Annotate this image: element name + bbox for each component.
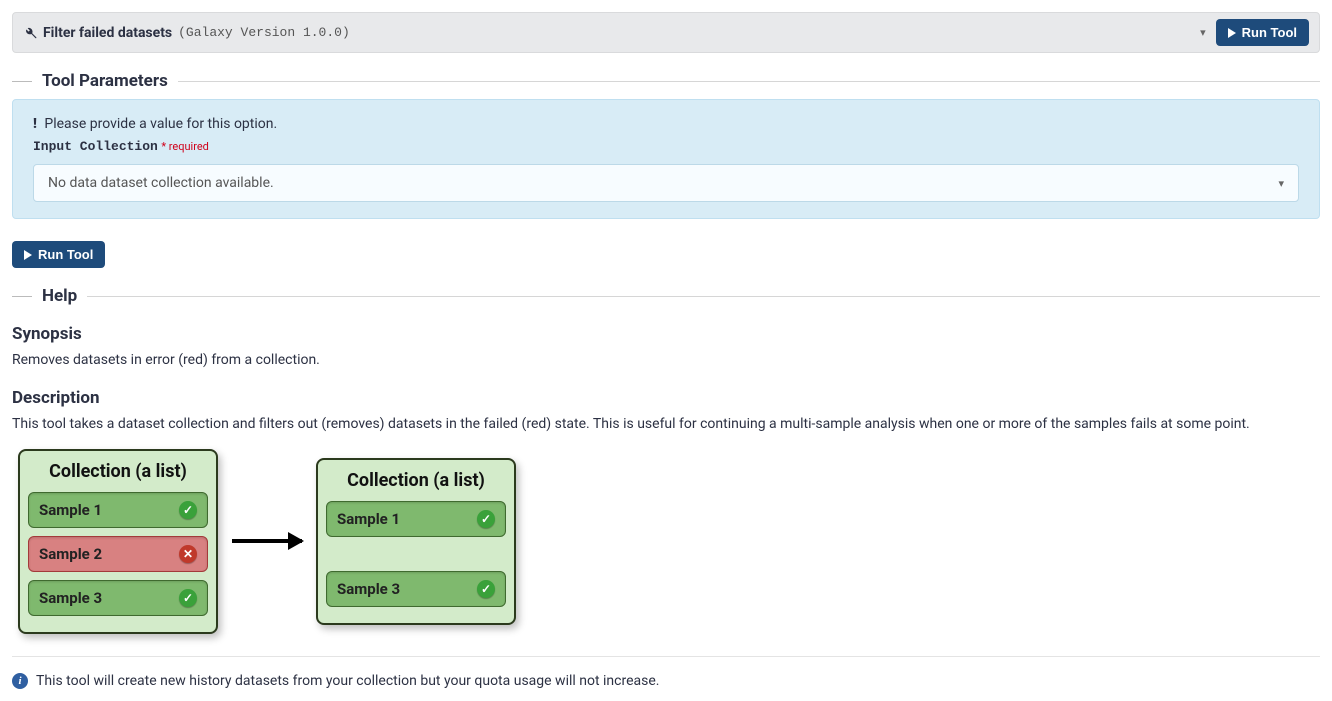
param-warning-text: Please provide a value for this option. — [44, 116, 277, 132]
synopsis-heading: Synopsis — [12, 324, 1320, 344]
check-icon: ✓ — [477, 510, 495, 528]
param-warning: ! Please provide a value for this option… — [33, 116, 1299, 132]
run-tool-button-header[interactable]: Run Tool — [1216, 19, 1309, 46]
check-icon: ✓ — [179, 501, 197, 519]
collection-placeholder: No data dataset collection available. — [48, 175, 274, 191]
play-icon — [24, 250, 32, 260]
collection-after: Collection (a list) Sample 1 ✓ Sample 3 ✓ — [316, 458, 516, 625]
version-dropdown[interactable]: ▾ — [1190, 26, 1216, 39]
section-tool-parameters: Tool Parameters — [12, 71, 1320, 91]
run-row: Run Tool — [12, 241, 1320, 268]
sample-row: Sample 1 ✓ — [326, 501, 506, 537]
run-tool-label: Run Tool — [38, 247, 93, 262]
collection-title: Collection (a list) — [326, 470, 506, 491]
sample-row: Sample 3 ✓ — [326, 571, 506, 607]
input-collection-select[interactable]: No data dataset collection available. ▾ — [33, 164, 1299, 202]
sample-name: Sample 3 — [337, 580, 400, 598]
sample-name: Sample 2 — [39, 545, 102, 563]
chevron-down-icon: ▾ — [1278, 177, 1284, 190]
section-line — [178, 81, 1320, 82]
param-label: Input Collection — [33, 139, 158, 154]
exclamation-icon: ! — [33, 116, 37, 132]
section-label: Tool Parameters — [42, 71, 168, 91]
sample-row: Sample 3 ✓ — [28, 580, 208, 616]
description-text: This tool takes a dataset collection and… — [12, 414, 1320, 434]
collection-title: Collection (a list) — [28, 461, 208, 482]
filter-diagram: Collection (a list) Sample 1✓Sample 2✕Sa… — [12, 449, 1320, 634]
wrench-icon — [23, 26, 37, 40]
tool-title: Filter failed datasets — [43, 25, 172, 41]
info-icon: i — [12, 673, 28, 689]
section-line — [87, 296, 1320, 297]
run-tool-button[interactable]: Run Tool — [12, 241, 105, 268]
footer-note: i This tool will create new history data… — [12, 656, 1320, 689]
sample-name: Sample 1 — [337, 510, 400, 528]
sample-row: Sample 2 ✕ — [28, 536, 208, 572]
tool-header-left: Filter failed datasets (Galaxy Version 1… — [23, 25, 1190, 41]
collection-before: Collection (a list) Sample 1✓Sample 2✕Sa… — [18, 449, 218, 634]
arrow-icon — [232, 539, 302, 543]
param-label-row: Input Collection * required — [33, 138, 1299, 154]
section-dash — [12, 296, 32, 297]
check-icon: ✓ — [477, 580, 495, 598]
sample-name: Sample 1 — [39, 501, 102, 519]
footer-text: This tool will create new history datase… — [36, 673, 659, 689]
section-help: Help — [12, 286, 1320, 306]
description-heading: Description — [12, 388, 1320, 408]
check-icon: ✓ — [179, 589, 197, 607]
section-dash — [12, 81, 32, 82]
section-label: Help — [42, 286, 77, 306]
sample-name: Sample 3 — [39, 589, 102, 607]
sample-row: Sample 1 ✓ — [28, 492, 208, 528]
parameter-panel: ! Please provide a value for this option… — [12, 99, 1320, 219]
run-tool-label: Run Tool — [1242, 25, 1297, 40]
x-icon: ✕ — [179, 545, 197, 563]
tool-header: Filter failed datasets (Galaxy Version 1… — [12, 12, 1320, 53]
required-tag: * required — [161, 140, 209, 153]
play-icon — [1228, 28, 1236, 38]
synopsis-text: Removes datasets in error (red) from a c… — [12, 350, 1320, 370]
tool-version: (Galaxy Version 1.0.0) — [178, 25, 350, 40]
